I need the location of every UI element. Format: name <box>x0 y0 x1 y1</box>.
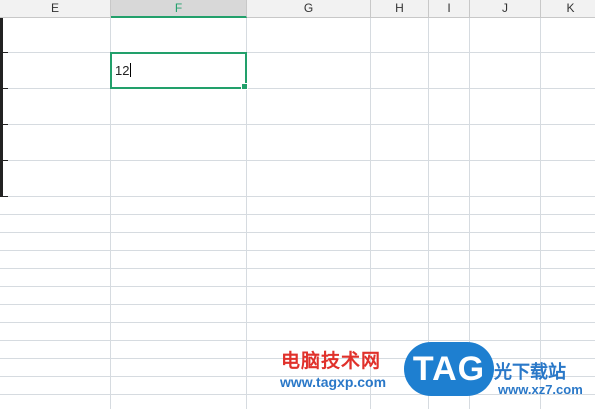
grid-line <box>0 250 595 251</box>
cell-value: 12 <box>115 63 130 78</box>
column-header-i[interactable]: I <box>429 0 470 17</box>
watermark-url: www.tagxp.com <box>280 374 387 390</box>
grid-line <box>0 232 595 233</box>
watermark-text: 电脑技术网 <box>281 351 382 372</box>
cell-editor[interactable]: 12 <box>115 63 132 78</box>
table-left-border <box>0 18 3 196</box>
watermark-text-secondary: 光下载站 <box>494 362 566 382</box>
column-header-row: E F G H I J K <box>0 0 595 18</box>
table-border-tick <box>0 160 8 161</box>
table-border-tick <box>0 124 8 125</box>
column-header-h[interactable]: H <box>371 0 429 17</box>
grid-line <box>0 304 595 305</box>
grid-line <box>0 286 595 287</box>
grid-line <box>0 340 595 341</box>
text-caret <box>130 63 132 77</box>
watermark-logo: TAG <box>404 342 494 396</box>
grid-line <box>0 160 595 161</box>
column-header-k[interactable]: K <box>541 0 595 17</box>
grid-line <box>0 88 595 89</box>
column-header-f[interactable]: F <box>111 0 247 18</box>
table-border-tick <box>0 88 8 89</box>
table-border-tick <box>0 52 8 53</box>
column-header-e[interactable]: E <box>0 0 111 17</box>
grid-line <box>0 214 595 215</box>
grid-line <box>0 124 595 125</box>
column-header-j[interactable]: J <box>470 0 541 17</box>
grid-line <box>0 322 595 323</box>
grid-line <box>0 196 595 197</box>
table-border-tick <box>0 196 8 197</box>
column-header-g[interactable]: G <box>247 0 371 17</box>
fill-handle[interactable] <box>241 83 248 90</box>
grid-line <box>0 52 595 53</box>
grid-line <box>0 268 595 269</box>
selected-cell-f2[interactable]: 12 <box>110 52 248 90</box>
watermark-url-secondary: www.xz7.com <box>498 382 583 397</box>
